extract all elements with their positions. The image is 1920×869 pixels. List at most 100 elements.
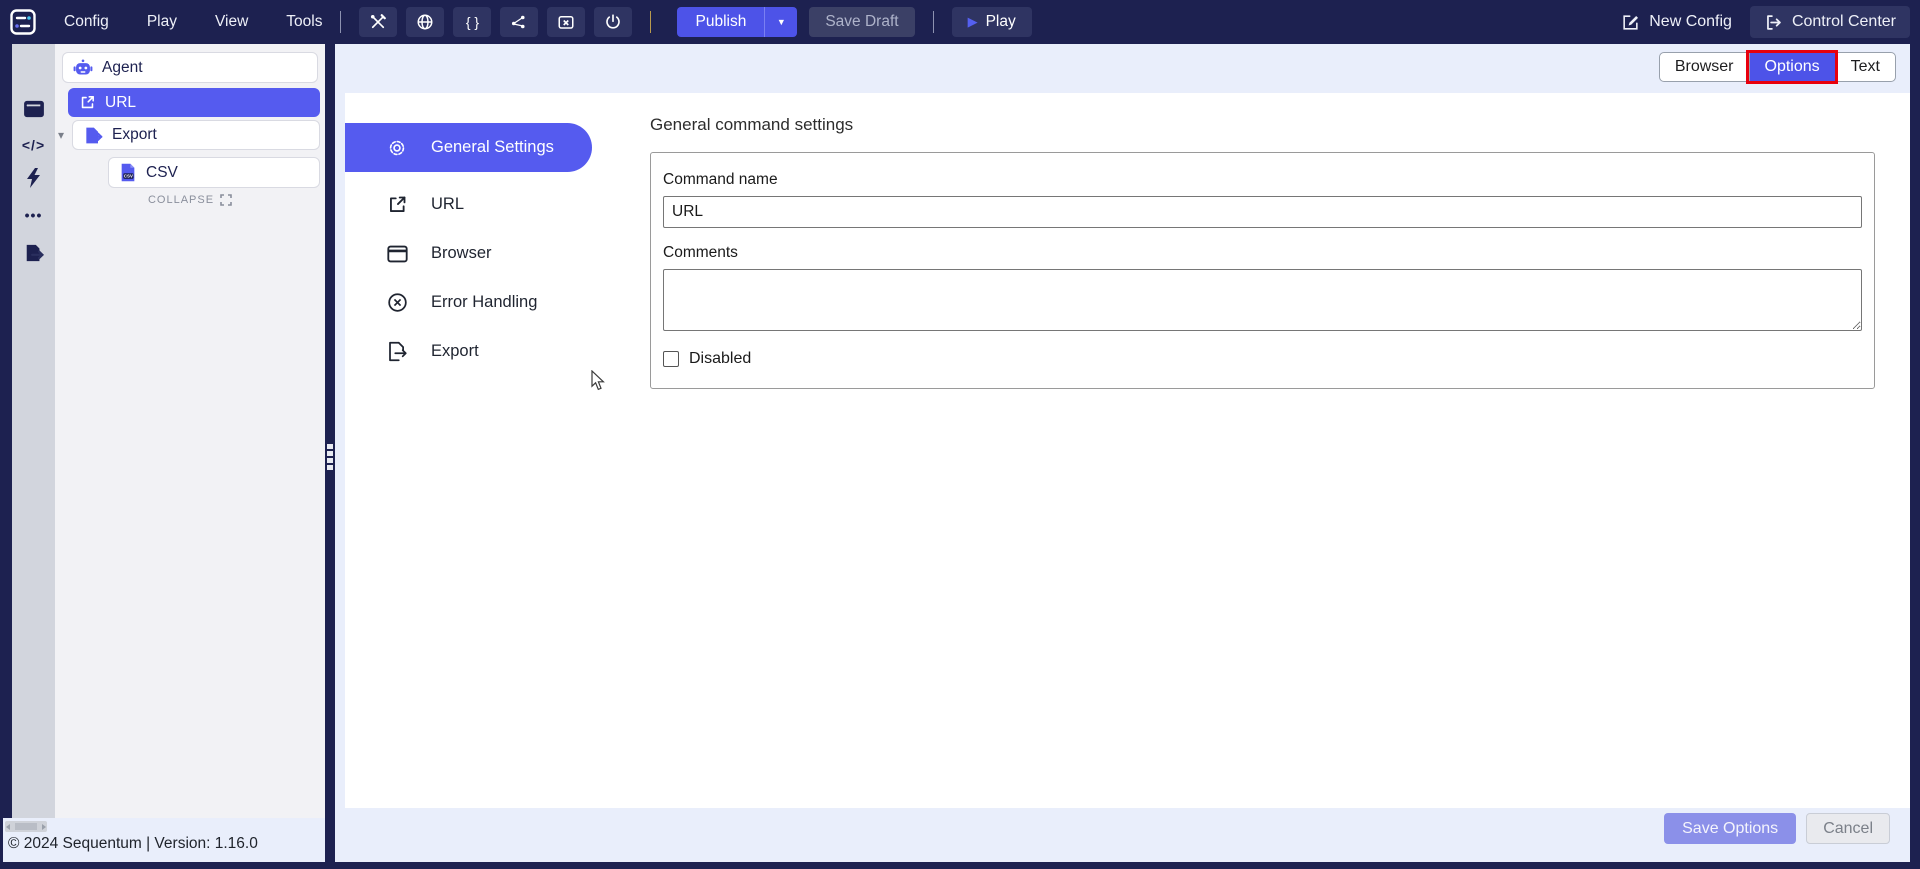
status-footer: © 2024 Sequentum | Version: 1.16.0	[3, 818, 325, 862]
braces-glyph: { }	[466, 14, 479, 30]
comments-label: Comments	[663, 244, 1860, 262]
tab-browser[interactable]: Browser	[1660, 53, 1749, 81]
menu-config[interactable]: Config	[64, 13, 109, 31]
code-glyph: </>	[22, 137, 45, 153]
export-icon	[385, 341, 409, 362]
publish-dropdown-button[interactable]: ▼	[765, 7, 797, 37]
globe-icon[interactable]	[406, 7, 444, 37]
settings-nav-label: General Settings	[431, 138, 554, 157]
robot-icon	[73, 59, 93, 77]
tree-item-label: Agent	[102, 59, 143, 77]
ellipsis-glyph: •••	[25, 207, 43, 223]
command-name-label: Command name	[663, 171, 1860, 189]
comments-textarea[interactable]	[663, 269, 1862, 331]
play-button[interactable]: ▶ Play	[952, 7, 1032, 37]
save-options-button[interactable]: Save Options	[1664, 813, 1796, 844]
menu-view[interactable]: View	[215, 13, 248, 31]
settings-nav-browser[interactable]: Browser	[345, 229, 605, 278]
csv-file-icon: CSV	[119, 163, 137, 182]
external-link-icon	[79, 94, 96, 111]
toolbar-icon-group: { }	[359, 7, 632, 37]
settings-nav-label: Export	[431, 342, 479, 361]
options-panel: General Settings URL	[345, 93, 1910, 808]
control-center-button[interactable]: Control Center	[1750, 6, 1910, 38]
tab-text[interactable]: Text	[1835, 53, 1895, 81]
collapse-label: COLLAPSE	[148, 194, 214, 206]
logout-icon	[1764, 13, 1783, 32]
separator	[650, 11, 651, 33]
scrollbar-thumb[interactable]	[15, 823, 37, 830]
actions-panel-icon[interactable]	[12, 163, 55, 193]
main-area: Browser Options Text General Settings	[335, 44, 1910, 862]
play-icon: ▶	[968, 14, 978, 30]
tree-item-agent[interactable]: Agent	[62, 52, 318, 83]
new-config-button[interactable]: New Config	[1621, 13, 1732, 32]
more-panel-icon[interactable]: •••	[12, 200, 55, 230]
tab-options[interactable]: Options	[1749, 53, 1835, 81]
command-settings-fieldset: Command name Comments Disabled	[650, 152, 1875, 389]
menu-tools[interactable]: Tools	[286, 13, 322, 31]
tools-icon[interactable]	[359, 7, 397, 37]
publish-button[interactable]: Publish	[677, 7, 765, 37]
new-config-label: New Config	[1649, 13, 1732, 31]
left-icon-rail: </> •••	[12, 44, 55, 818]
code-panel-icon[interactable]: </>	[12, 130, 55, 160]
tree-item-label: URL	[105, 94, 136, 112]
disabled-checkbox[interactable]	[663, 351, 679, 367]
power-icon[interactable]	[594, 7, 632, 37]
general-settings-form: General command settings Command name Co…	[650, 115, 1875, 389]
browser-panel-icon[interactable]	[12, 94, 55, 124]
external-link-icon	[385, 194, 409, 215]
braces-icon[interactable]: { }	[453, 7, 491, 37]
tree-item-label: Export	[112, 126, 157, 144]
disabled-checkbox-row: Disabled	[663, 350, 1860, 368]
settings-nav-label: Error Handling	[431, 293, 537, 312]
command-name-input[interactable]	[663, 196, 1862, 228]
scroll-left-icon[interactable]	[6, 824, 10, 830]
tree-item-export[interactable]: ▾ Export	[72, 120, 320, 150]
menu-bar: Config Play View Tools	[64, 13, 322, 31]
menu-play[interactable]: Play	[147, 13, 177, 31]
options-action-bar: Save Options Cancel	[1664, 813, 1890, 844]
network-icon[interactable]	[500, 7, 538, 37]
export-icon	[83, 126, 103, 145]
settings-nav-export[interactable]: Export	[345, 327, 605, 376]
tree-item-url[interactable]: URL	[68, 88, 320, 117]
publish-group: Publish ▼	[677, 7, 797, 37]
settings-nav-error-handling[interactable]: Error Handling	[345, 278, 605, 327]
cancel-button[interactable]: Cancel	[1806, 813, 1890, 844]
sequentum-logo-icon[interactable]	[8, 7, 38, 37]
tree-item-csv[interactable]: CSV CSV	[108, 157, 320, 188]
separator	[933, 11, 934, 33]
settings-nav-label: URL	[431, 195, 464, 214]
chevron-down-icon[interactable]: ▾	[58, 128, 64, 142]
folder-x-icon[interactable]	[547, 7, 585, 37]
chevron-down-icon: ▼	[777, 17, 786, 27]
settings-nav-label: Browser	[431, 244, 492, 263]
error-circle-icon	[385, 292, 409, 313]
tree-item-label: CSV	[146, 164, 178, 182]
edit-icon	[1621, 13, 1640, 32]
separator	[340, 11, 341, 33]
horizontal-scrollbar[interactable]	[5, 821, 47, 832]
disabled-label: Disabled	[689, 350, 751, 368]
export-panel-icon[interactable]	[12, 238, 55, 268]
expand-corners-icon	[220, 194, 232, 206]
panel-resize-handle[interactable]	[325, 44, 335, 862]
form-heading: General command settings	[650, 115, 1875, 135]
topbar: Config Play View Tools { }	[0, 0, 1920, 44]
collapse-tree-button[interactable]: COLLAPSE	[55, 194, 325, 206]
scroll-right-icon[interactable]	[42, 824, 46, 830]
grip-dots-icon	[327, 444, 333, 470]
settings-nav-url[interactable]: URL	[345, 180, 605, 229]
save-draft-button[interactable]: Save Draft	[809, 7, 914, 37]
app-window: Config Play View Tools { }	[0, 0, 1920, 869]
view-tab-group: Browser Options Text	[1659, 52, 1896, 82]
gear-icon	[385, 137, 409, 159]
settings-nav: General Settings URL	[345, 123, 605, 376]
control-center-label: Control Center	[1792, 13, 1896, 31]
settings-nav-general[interactable]: General Settings	[345, 123, 592, 172]
play-button-label: Play	[986, 13, 1016, 31]
svg-text:CSV: CSV	[124, 174, 133, 179]
browser-icon	[385, 245, 409, 263]
